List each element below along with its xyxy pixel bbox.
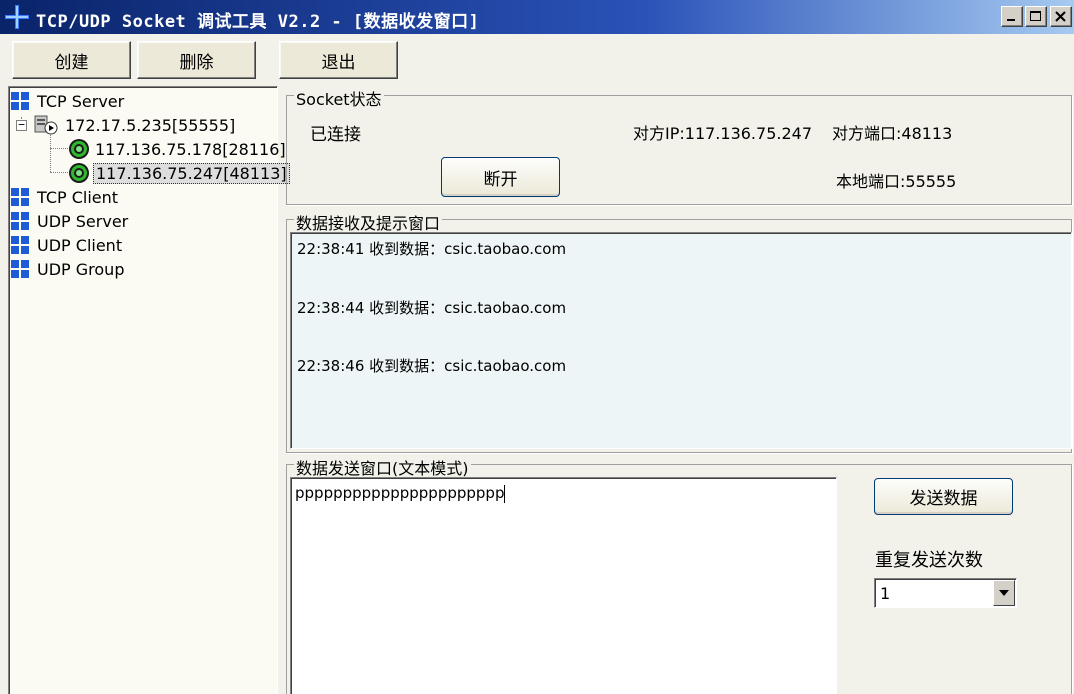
blue-grid-icon bbox=[11, 92, 29, 110]
tree-item-label: 117.136.75.178[28116] bbox=[95, 139, 286, 159]
receive-line: 22:38:46 收到数据：csic.taobao.com bbox=[297, 357, 567, 375]
tree-item-udp-client[interactable]: UDP Client bbox=[11, 234, 124, 256]
local-port: 本地端口:55555 bbox=[836, 172, 957, 191]
blue-grid-icon bbox=[11, 236, 29, 254]
green-target-icon bbox=[69, 139, 89, 159]
title-bar: TCP/UDP Socket 调试工具 V2.2 - [数据收发窗口] bbox=[0, 0, 1074, 34]
remote-port: 对方端口:48113 bbox=[832, 124, 953, 143]
create-button[interactable]: 创建 bbox=[12, 41, 131, 79]
tree-connector bbox=[50, 172, 68, 173]
tree-item-udp-server[interactable]: UDP Server bbox=[11, 210, 130, 232]
toolbar: 创建 删除 退出 bbox=[0, 34, 1074, 84]
server-play-icon bbox=[34, 115, 58, 135]
blue-grid-icon bbox=[11, 260, 29, 278]
exit-button[interactable]: 退出 bbox=[279, 41, 398, 79]
tree-item-label: TCP Server bbox=[37, 91, 125, 111]
tree-item-client-selected[interactable]: 117.136.75.247[48113] bbox=[68, 162, 290, 184]
tree-connector bbox=[50, 148, 68, 149]
send-input[interactable]: pppppppppppppppppppppp bbox=[290, 477, 837, 694]
socket-status-title: Socket状态 bbox=[294, 86, 384, 110]
send-text: pppppppppppppppppppppp bbox=[295, 484, 506, 503]
connection-tree[interactable]: TCP Server − 172.17.5.235[55555] 117.136… bbox=[8, 86, 290, 694]
receive-line: 22:38:44 收到数据：csic.taobao.com bbox=[297, 299, 567, 317]
blue-grid-icon bbox=[11, 212, 29, 230]
tree-item-client[interactable]: 117.136.75.178[28116] bbox=[68, 138, 288, 160]
tree-item-label: UDP Group bbox=[37, 259, 125, 279]
send-data-button[interactable]: 发送数据 bbox=[874, 478, 1013, 515]
blue-grid-icon bbox=[11, 188, 29, 206]
tree-item-label: TCP Client bbox=[37, 187, 119, 207]
collapse-toggle[interactable]: − bbox=[16, 119, 27, 131]
receive-title: 数据接收及提示窗口 bbox=[294, 210, 443, 234]
receive-log[interactable]: 22:38:41 收到数据：csic.taobao.com 22:38:44 收… bbox=[290, 232, 1072, 449]
tree-item-label: 117.136.75.247[48113] bbox=[93, 162, 290, 184]
connection-status: 已连接 bbox=[310, 125, 361, 145]
repeat-count-select[interactable]: 1 bbox=[874, 578, 1017, 608]
network-grid-icon bbox=[5, 5, 29, 29]
minimize-button[interactable] bbox=[1001, 6, 1023, 27]
repeat-count-value: 1 bbox=[880, 584, 891, 603]
tree-item-tcp-client[interactable]: TCP Client bbox=[11, 186, 120, 208]
repeat-count-label: 重复发送次数 bbox=[875, 550, 983, 571]
delete-button[interactable]: 删除 bbox=[137, 41, 256, 79]
tree-item-tcp-server[interactable]: TCP Server bbox=[11, 90, 126, 112]
tree-item-label: UDP Client bbox=[37, 235, 123, 255]
close-icon bbox=[1055, 11, 1066, 22]
chevron-down-icon bbox=[999, 590, 1009, 596]
tree-item-udp-group[interactable]: UDP Group bbox=[11, 258, 126, 280]
window-title: TCP/UDP Socket 调试工具 V2.2 - [数据收发窗口] bbox=[36, 12, 480, 32]
remote-ip: 对方IP:117.136.75.247 bbox=[633, 124, 812, 143]
tree-item-label: UDP Server bbox=[37, 211, 129, 231]
receive-line: 22:38:41 收到数据：csic.taobao.com bbox=[297, 240, 567, 258]
dropdown-button[interactable] bbox=[993, 580, 1015, 606]
disconnect-button[interactable]: 断开 bbox=[441, 157, 560, 197]
send-title: 数据发送窗口(文本模式) bbox=[294, 455, 471, 479]
green-target-icon bbox=[69, 163, 89, 183]
tree-item-server-node[interactable]: 172.17.5.235[55555] bbox=[33, 114, 237, 136]
maximize-icon bbox=[1030, 11, 1041, 21]
maximize-button[interactable] bbox=[1025, 6, 1047, 27]
tree-item-label: 172.17.5.235[55555] bbox=[65, 115, 236, 135]
close-button[interactable] bbox=[1050, 6, 1072, 27]
tree-connector bbox=[50, 135, 51, 172]
minimize-icon bbox=[1007, 19, 1015, 21]
